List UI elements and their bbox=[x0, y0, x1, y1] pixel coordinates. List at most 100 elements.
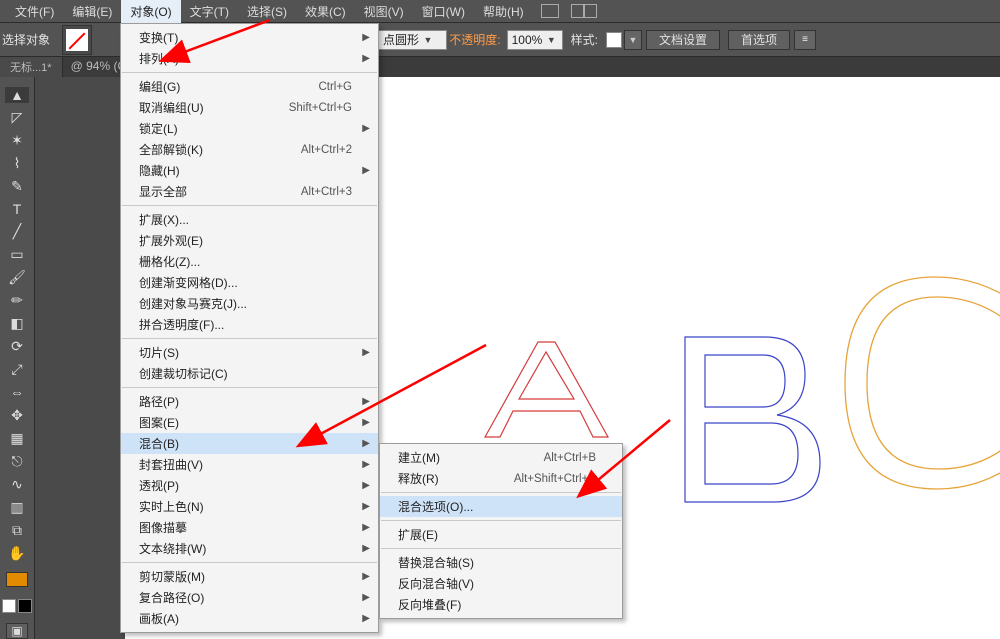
blend_menu-item[interactable]: 替换混合轴(S) bbox=[380, 552, 622, 573]
menu-item-label: 混合选项(O)... bbox=[398, 498, 596, 515]
object_menu-item[interactable]: 实时上色(N)▶ bbox=[121, 496, 378, 517]
blend_menu-item[interactable]: 反向堆叠(F) bbox=[380, 594, 622, 615]
object_menu-item[interactable]: 创建裁切标记(C) bbox=[121, 363, 378, 384]
fg-color[interactable] bbox=[2, 599, 16, 613]
selection-tool[interactable]: ▲ bbox=[5, 87, 29, 103]
object_menu-item[interactable]: 创建渐变网格(D)... bbox=[121, 272, 378, 293]
menu-file[interactable]: 文件(F) bbox=[6, 0, 63, 23]
object_menu-item[interactable]: 混合(B)▶ bbox=[121, 433, 378, 454]
menu-view[interactable]: 视图(V) bbox=[355, 0, 413, 23]
style-swatch[interactable] bbox=[606, 32, 622, 48]
object_menu-item[interactable]: 锁定(L)▶ bbox=[121, 118, 378, 139]
menu-item-label: 栅格化(Z)... bbox=[139, 253, 352, 270]
menu-window[interactable]: 窗口(W) bbox=[413, 0, 474, 23]
menu-object[interactable]: 对象(O) bbox=[121, 0, 180, 23]
menu-type[interactable]: 文字(T) bbox=[181, 0, 238, 23]
blend_menu-item[interactable]: 混合选项(O)... bbox=[380, 496, 622, 517]
stroke-profile-dropdown[interactable]: 5 点圆形 ▼ bbox=[367, 30, 447, 50]
object_menu-item[interactable]: 隐藏(H)▶ bbox=[121, 160, 378, 181]
blend_menu-item[interactable]: 建立(M)Alt+Ctrl+B bbox=[380, 447, 622, 468]
prefs-menu-button[interactable]: ≡ bbox=[794, 30, 816, 50]
object_menu-item[interactable]: 扩展(X)... bbox=[121, 209, 378, 230]
style-dropdown[interactable]: ▼ bbox=[624, 30, 642, 50]
paintbrush-tool[interactable]: 🖌 bbox=[5, 269, 29, 286]
hand-tool[interactable]: ✋ bbox=[5, 545, 29, 562]
menu-help[interactable]: 帮助(H) bbox=[474, 0, 533, 23]
object_menu-item[interactable]: 图像描摹▶ bbox=[121, 517, 378, 538]
object_menu-item[interactable]: 创建对象马赛克(J)... bbox=[121, 293, 378, 314]
menu-item-label: 反向混合轴(V) bbox=[398, 575, 596, 592]
menu-separator bbox=[122, 387, 377, 388]
object_menu-item[interactable]: 显示全部Alt+Ctrl+3 bbox=[121, 181, 378, 202]
doc-icon[interactable] bbox=[541, 4, 559, 18]
pen-tool[interactable]: ✎ bbox=[5, 178, 29, 195]
magic-wand-tool[interactable]: ✶ bbox=[5, 132, 29, 149]
object_menu-item[interactable]: 文本绕排(W) ▶ bbox=[121, 538, 378, 559]
direct-selection-tool[interactable]: ◸ bbox=[5, 109, 29, 126]
menu-item-label: 复合路径(O) bbox=[139, 589, 352, 606]
object_menu-item[interactable]: 复合路径(O)▶ bbox=[121, 587, 378, 608]
object_menu-item[interactable]: 扩展外观(E) bbox=[121, 230, 378, 251]
object_menu-item[interactable]: 图案(E)▶ bbox=[121, 412, 378, 433]
object_menu-item[interactable]: 栅格化(Z)... bbox=[121, 251, 378, 272]
blend_menu-item[interactable]: 扩展(E) bbox=[380, 524, 622, 545]
menu-edit[interactable]: 编辑(E) bbox=[63, 0, 121, 23]
document-tab[interactable]: 无标...1* bbox=[0, 57, 63, 77]
menu-separator bbox=[122, 338, 377, 339]
blend-tool[interactable]: ∿ bbox=[5, 476, 29, 493]
type-tool[interactable]: T bbox=[5, 201, 29, 217]
menu-select[interactable]: 选择(S) bbox=[238, 0, 296, 23]
object_menu-item[interactable]: 全部解锁(K)Alt+Ctrl+2 bbox=[121, 139, 378, 160]
eraser-tool[interactable]: ◧ bbox=[5, 315, 29, 332]
bg-color[interactable] bbox=[18, 599, 32, 613]
letter-b-outline bbox=[685, 337, 820, 502]
submenu-arrow-icon: ▶ bbox=[362, 53, 370, 64]
object_menu-item[interactable]: 切片(S)▶ bbox=[121, 342, 378, 363]
menu-item-label: 文本绕排(W) bbox=[139, 540, 352, 557]
blend_menu-item[interactable]: 反向混合轴(V) bbox=[380, 573, 622, 594]
menu-lines-icon: ≡ bbox=[802, 34, 808, 45]
object_menu-item[interactable]: 拼合透明度(F)... bbox=[121, 314, 378, 335]
object_menu-item[interactable]: 封套扭曲(V)▶ bbox=[121, 454, 378, 475]
object_menu-item[interactable]: 排列(A)▶ bbox=[121, 48, 378, 69]
doc-setup-button[interactable]: 文档设置 bbox=[646, 30, 720, 50]
menu-separator bbox=[381, 520, 621, 521]
eyedropper-tool[interactable]: ⎋ bbox=[5, 453, 29, 470]
object_menu-item[interactable]: 取消编组(U)Shift+Ctrl+G bbox=[121, 97, 378, 118]
rectangle-tool[interactable]: ▭ bbox=[5, 246, 29, 263]
menu-item-label: 编组(G) bbox=[139, 78, 278, 95]
menu-item-label: 扩展(X)... bbox=[139, 211, 352, 228]
fill-indicator[interactable] bbox=[6, 572, 28, 587]
menu-item-shortcut: Alt+Shift+Ctrl+B bbox=[514, 473, 596, 485]
pencil-tool[interactable]: ✏ bbox=[5, 292, 29, 309]
line-tool[interactable]: ╱ bbox=[5, 223, 29, 240]
object_menu-item[interactable]: 路径(P)▶ bbox=[121, 391, 378, 412]
menu-item-shortcut: Alt+Ctrl+B bbox=[544, 452, 596, 464]
object_menu-item[interactable]: 变换(T)▶ bbox=[121, 27, 378, 48]
lasso-tool[interactable]: ⌇ bbox=[5, 155, 29, 172]
prefs-button[interactable]: 首选项 bbox=[728, 30, 790, 50]
fill-stroke-swatch[interactable] bbox=[62, 25, 92, 55]
width-tool[interactable]: ⇔ bbox=[5, 384, 29, 400]
menu-item-label: 图案(E) bbox=[139, 414, 352, 431]
menu-effect[interactable]: 效果(C) bbox=[296, 0, 355, 23]
opacity-dropdown[interactable]: 100% ▼ bbox=[507, 30, 563, 50]
submenu-arrow-icon: ▶ bbox=[362, 543, 370, 554]
submenu-arrow-icon: ▶ bbox=[362, 32, 370, 43]
screen-mode-button[interactable]: ▣ bbox=[6, 623, 28, 639]
slice-tool[interactable]: ⧉ bbox=[5, 522, 29, 539]
object_menu-item[interactable]: 透视(P)▶ bbox=[121, 475, 378, 496]
menu-item-label: 混合(B) bbox=[139, 435, 352, 452]
rotate-tool[interactable]: ⟳ bbox=[5, 338, 29, 355]
object_menu-item[interactable]: 画板(A)▶ bbox=[121, 608, 378, 629]
column-graph-tool[interactable]: ▥ bbox=[5, 499, 29, 516]
gradient-tool[interactable]: ▦ bbox=[5, 430, 29, 447]
scale-tool[interactable]: ⤢ bbox=[5, 361, 29, 378]
free-transform-tool[interactable]: ✥ bbox=[5, 407, 29, 424]
menu-separator bbox=[122, 205, 377, 206]
object_menu-item[interactable]: 编组(G)Ctrl+G bbox=[121, 76, 378, 97]
object_menu-item[interactable]: 剪切蒙版(M)▶ bbox=[121, 566, 378, 587]
layout-icon[interactable] bbox=[571, 4, 597, 18]
blend_menu-item[interactable]: 释放(R)Alt+Shift+Ctrl+B bbox=[380, 468, 622, 489]
menu-item-label: 创建渐变网格(D)... bbox=[139, 274, 352, 291]
